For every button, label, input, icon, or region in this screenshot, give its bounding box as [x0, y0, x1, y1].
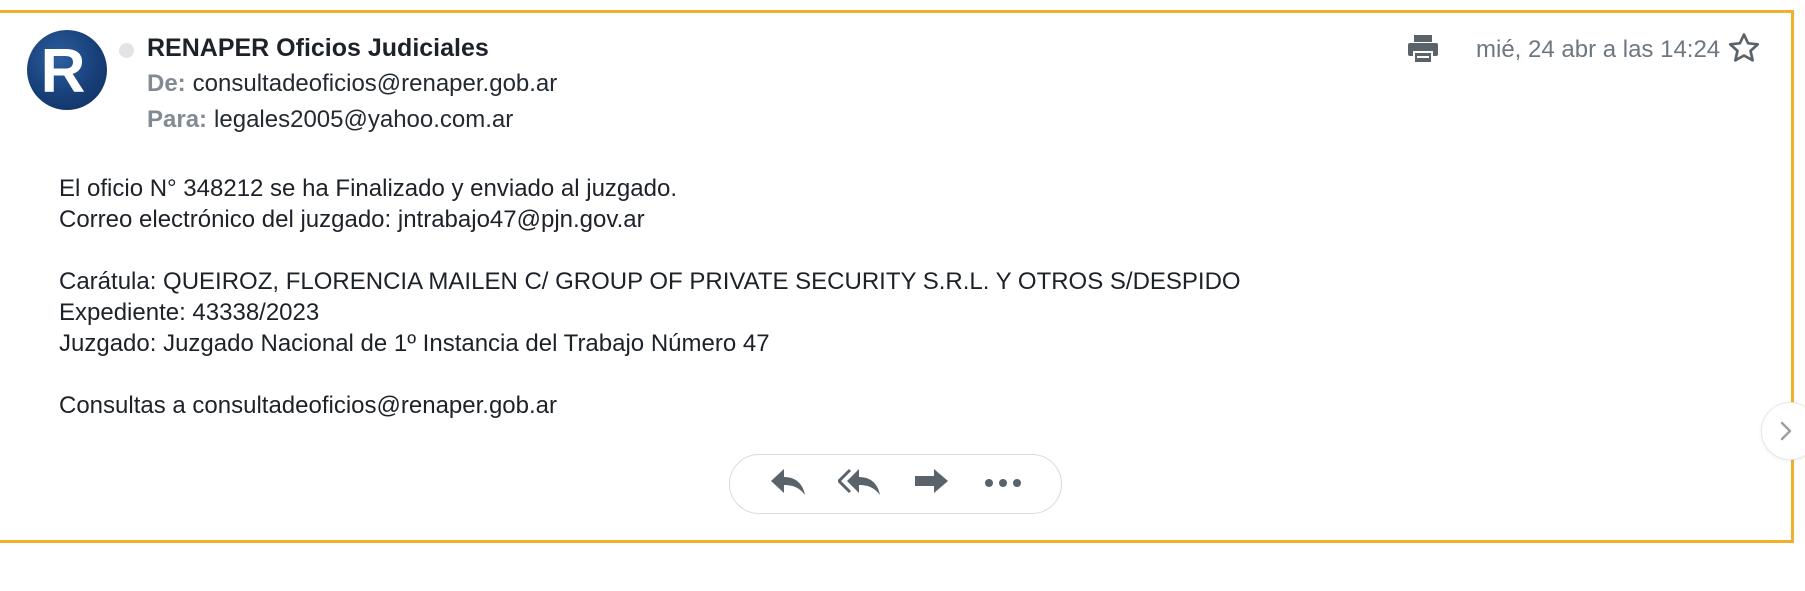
forward-icon [912, 466, 950, 503]
body-line: Carátula: QUEIROZ, FLORENCIA MAILEN C/ G… [59, 268, 1241, 295]
message-action-bar [729, 454, 1062, 514]
reply-icon [769, 466, 807, 503]
presence-dot [119, 43, 134, 58]
body-line: Consultas a consultadeoficios@renaper.go… [59, 392, 557, 419]
sender-name[interactable]: RENAPER Oficios Judiciales [147, 34, 489, 63]
from-line: De: consultadeoficios@renaper.gob.ar [147, 70, 557, 98]
message-body: El oficio N° 348212 se ha Finalizado y e… [59, 173, 1241, 421]
body-line: Correo electrónico del juzgado: jntrabaj… [59, 206, 645, 233]
reply-button[interactable] [765, 461, 811, 507]
from-address[interactable]: consultadeoficios@renaper.gob.ar [193, 70, 558, 97]
to-label: Para: [147, 106, 208, 133]
sender-avatar[interactable]: R [27, 30, 107, 110]
message-date: mié, 24 abr a las 14:24 [1476, 36, 1721, 63]
body-line [59, 235, 1241, 266]
to-line: Para: legales2005@yahoo.com.ar [147, 106, 513, 134]
body-line: Expediente: 43338/2023 [59, 299, 320, 326]
email-message-card: R RENAPER Oficios Judiciales De: consulta… [0, 10, 1794, 543]
print-icon[interactable] [1405, 31, 1441, 67]
more-icon [983, 475, 1023, 493]
body-line: Juzgado: Juzgado Nacional de 1º Instanci… [59, 330, 770, 357]
forward-button[interactable] [908, 461, 954, 507]
avatar-letter: R [40, 37, 86, 106]
reply-all-button[interactable] [837, 461, 883, 507]
body-line [59, 359, 1241, 390]
reply-all-icon [837, 466, 882, 503]
body-line: El oficio N° 348212 se ha Finalizado y e… [59, 175, 677, 202]
more-button[interactable] [980, 461, 1026, 507]
to-address[interactable]: legales2005@yahoo.com.ar [214, 106, 513, 133]
from-label: De: [147, 70, 186, 97]
star-icon[interactable] [1727, 31, 1761, 65]
